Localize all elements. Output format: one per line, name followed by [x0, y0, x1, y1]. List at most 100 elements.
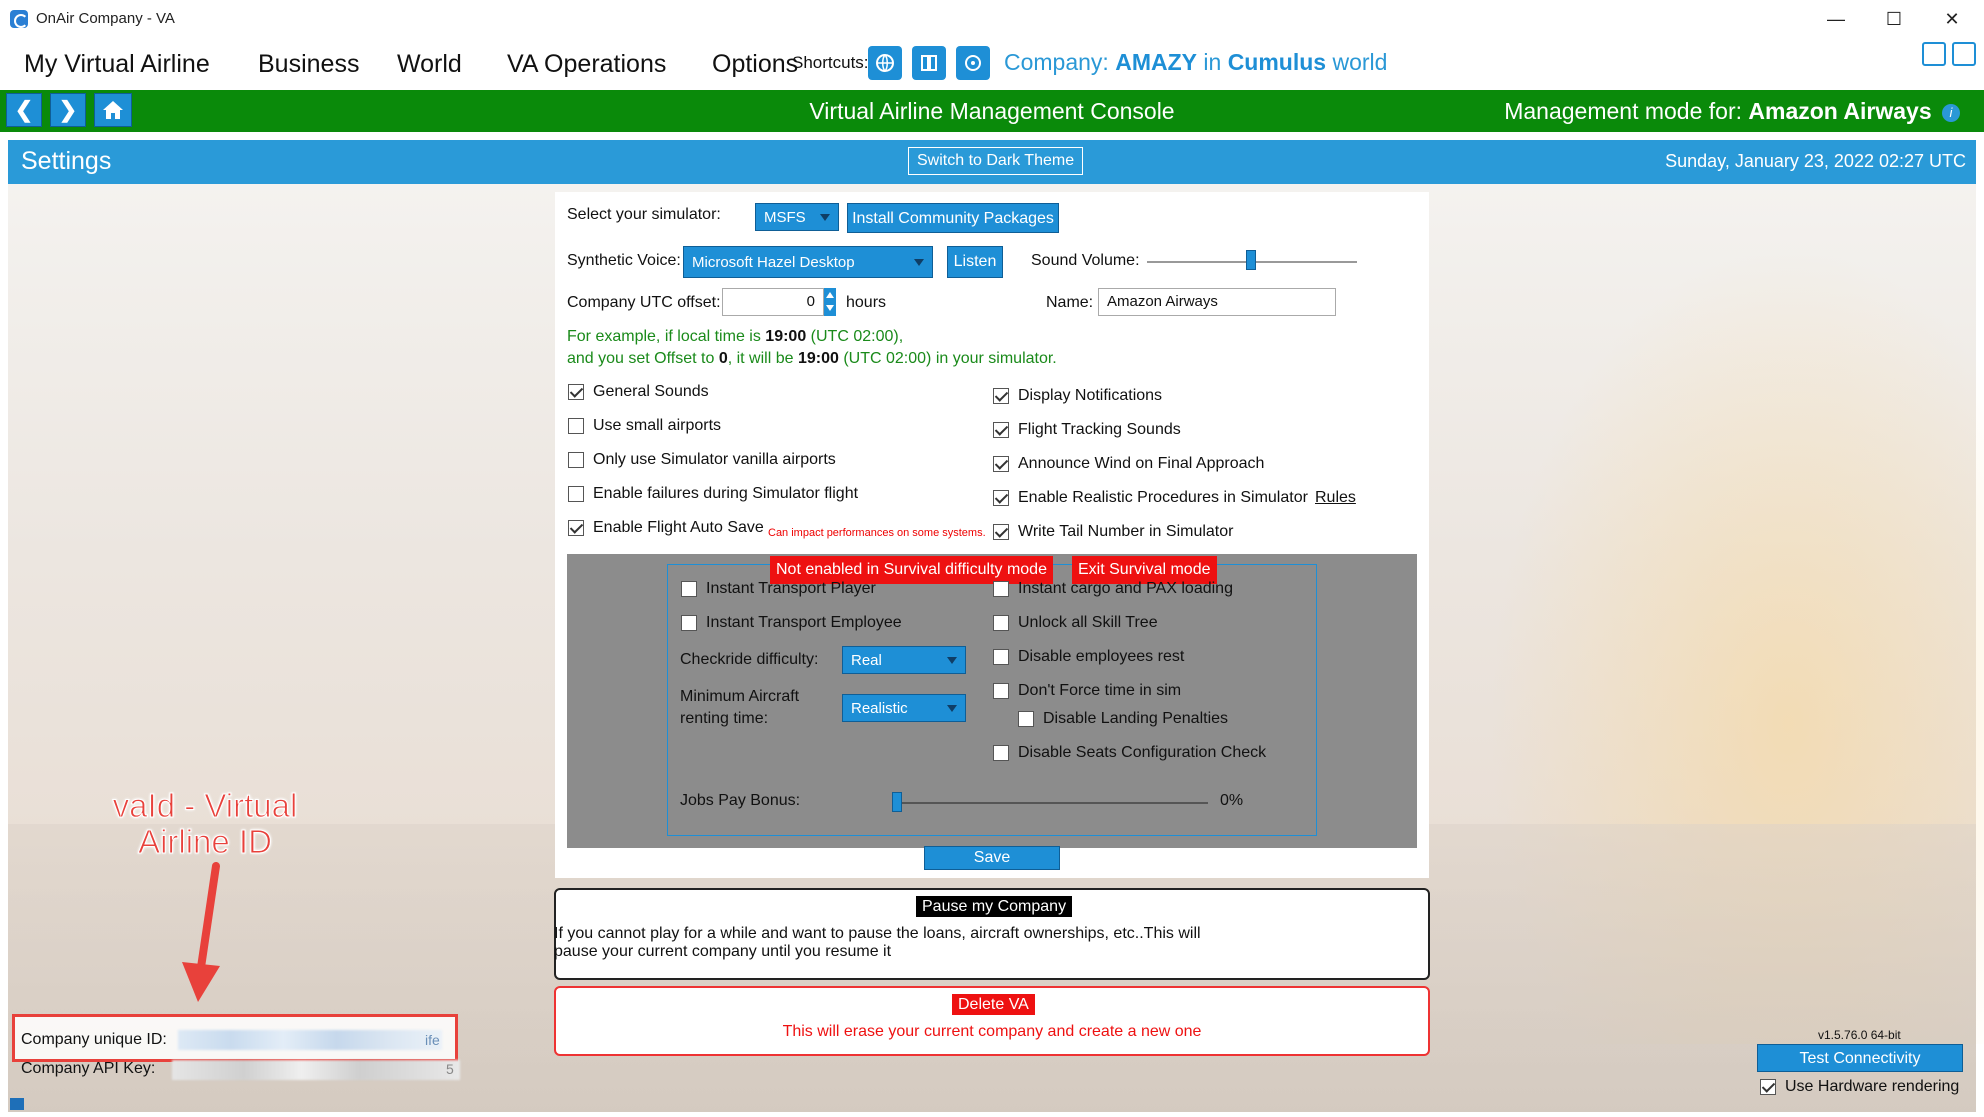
api-key-tail: 5 — [446, 1061, 454, 1077]
save-button[interactable]: Save — [924, 846, 1060, 870]
minimize-button[interactable]: — — [1808, 0, 1864, 38]
api-key-value-redacted[interactable] — [172, 1060, 460, 1080]
checkbox-label: Only use Simulator vanilla airports — [593, 451, 836, 468]
hours-label: hours — [846, 294, 887, 311]
jobs-pay-label: Jobs Pay Bonus: — [680, 792, 801, 809]
checkbox-vanilla-airports[interactable]: Only use Simulator vanilla airports — [568, 451, 836, 469]
rules-link[interactable]: Rules — [1315, 489, 1356, 507]
checkbox-box[interactable] — [993, 683, 1009, 699]
checkbox-unlock-skill-tree[interactable]: Unlock all Skill Tree — [993, 614, 1158, 632]
menu-va-operations[interactable]: VA Operations — [507, 50, 666, 79]
checkbox-box[interactable] — [1760, 1079, 1776, 1095]
checkbox-box[interactable] — [568, 452, 584, 468]
menu-options[interactable]: Options — [712, 50, 798, 79]
stepper-down-icon[interactable] — [826, 305, 834, 311]
voice-select[interactable]: Microsoft Hazel Desktop — [683, 246, 933, 278]
window-layout-alt-icon[interactable] — [1952, 42, 1976, 66]
checkbox-label: Instant cargo and PAX loading — [1018, 580, 1233, 597]
pause-description: If you cannot play for a while and want … — [554, 925, 1430, 961]
checkbox-box[interactable] — [993, 581, 1009, 597]
checkbox-box[interactable] — [568, 486, 584, 502]
utc-offset-stepper[interactable] — [824, 288, 836, 316]
info-icon[interactable]: i — [1942, 103, 1960, 122]
checkbox-instant-transport-player[interactable]: Instant Transport Player — [681, 580, 876, 598]
example-time: 19:00 — [797, 350, 839, 367]
checkbox-box[interactable] — [568, 384, 584, 400]
menu-business[interactable]: Business — [258, 50, 359, 79]
management-prefix: Management mode for: — [1504, 98, 1743, 124]
company-name-input[interactable]: Amazon Airways — [1098, 288, 1336, 316]
checkbox-flight-auto-save[interactable]: Enable Flight Auto Save — [568, 519, 764, 537]
install-packages-button[interactable]: Install Community Packages — [847, 203, 1059, 233]
checkbox-general-sounds[interactable]: General Sounds — [568, 383, 709, 401]
checkbox-label: Use Hardware rendering — [1785, 1078, 1960, 1095]
jobs-pay-thumb[interactable] — [892, 792, 902, 812]
checkbox-realistic-procedures[interactable]: Enable Realistic Procedures in Simulator — [993, 489, 1308, 507]
company-id-tail: ife — [425, 1032, 440, 1048]
checkbox-label: Disable Seats Configuration Check — [1018, 744, 1267, 761]
close-button[interactable]: ✕ — [1924, 0, 1980, 38]
checkbox-display-notifications[interactable]: Display Notifications — [993, 387, 1162, 405]
checkbox-hardware-rendering[interactable]: Use Hardware rendering — [1760, 1078, 1959, 1096]
checkbox-label: Use small airports — [593, 417, 722, 434]
simulator-label: Select your simulator: — [567, 206, 721, 223]
checkbox-label: Disable Landing Penalties — [1043, 710, 1229, 727]
checkride-select[interactable]: Real — [842, 646, 966, 674]
stepper-up-icon[interactable] — [826, 292, 834, 298]
checkbox-disable-seats-check[interactable]: Disable Seats Configuration Check — [993, 744, 1266, 762]
checkbox-box[interactable] — [993, 490, 1009, 506]
sound-volume-thumb[interactable] — [1246, 250, 1256, 270]
checkbox-box[interactable] — [993, 456, 1009, 472]
window-layout-icon[interactable] — [1922, 42, 1946, 66]
map-book-icon[interactable] — [912, 46, 946, 80]
delete-button-wrap: Delete VA — [952, 994, 1035, 1015]
checkbox-box[interactable] — [681, 581, 697, 597]
checkbox-announce-wind[interactable]: Announce Wind on Final Approach — [993, 455, 1264, 473]
checkbox-box[interactable] — [993, 388, 1009, 404]
example-text: For example, if local time is — [567, 328, 761, 345]
checkbox-box[interactable] — [681, 615, 697, 631]
maximize-button[interactable]: ☐ — [1866, 0, 1922, 38]
pause-company-button[interactable]: Pause my Company — [916, 896, 1073, 917]
jobs-pay-track[interactable] — [894, 802, 1208, 804]
resize-grip-icon[interactable] — [10, 1098, 24, 1110]
world-name: Cumulus — [1227, 49, 1327, 75]
checkbox-box[interactable] — [993, 422, 1009, 438]
checkbox-dont-force-time[interactable]: Don't Force time in sim — [993, 682, 1181, 700]
min-renting-select[interactable]: Realistic — [842, 694, 966, 722]
listen-button[interactable]: Listen — [947, 246, 1003, 278]
checkride-value: Real — [851, 652, 882, 669]
checkbox-disable-landing-penalties[interactable]: Disable Landing Penalties — [1018, 710, 1228, 728]
company-id-value-redacted[interactable] — [178, 1030, 442, 1050]
checkbox-box[interactable] — [1018, 711, 1034, 727]
page-title: Settings — [21, 147, 112, 175]
checkbox-instant-transport-employee[interactable]: Instant Transport Employee — [681, 614, 902, 632]
company-prefix: Company: — [1004, 49, 1109, 75]
checkbox-label: Unlock all Skill Tree — [1018, 614, 1158, 631]
company-name: AMAZY — [1115, 49, 1197, 75]
voice-label: Synthetic Voice: — [567, 252, 681, 269]
checkbox-box[interactable] — [993, 524, 1009, 540]
checkbox-enable-failures[interactable]: Enable failures during Simulator flight — [568, 485, 858, 503]
chevron-down-icon — [820, 214, 830, 221]
utc-offset-input[interactable]: 0 — [722, 288, 824, 316]
test-connectivity-button[interactable]: Test Connectivity — [1757, 1044, 1963, 1072]
checkbox-flight-tracking-sounds[interactable]: Flight Tracking Sounds — [993, 421, 1181, 439]
checkbox-box[interactable] — [568, 418, 584, 434]
checkbox-disable-employees-rest[interactable]: Disable employees rest — [993, 648, 1184, 666]
checkbox-box[interactable] — [993, 649, 1009, 665]
refresh-badge-icon[interactable] — [956, 46, 990, 80]
menu-world[interactable]: World — [397, 50, 462, 79]
delete-va-button[interactable]: Delete VA — [952, 994, 1035, 1015]
menu-my-virtual-airline[interactable]: My Virtual Airline — [24, 50, 210, 79]
checkbox-box[interactable] — [993, 615, 1009, 631]
checkbox-small-airports[interactable]: Use small airports — [568, 417, 721, 435]
checkbox-box[interactable] — [568, 520, 584, 536]
simulator-select[interactable]: MSFS — [755, 203, 839, 231]
globe-icon[interactable] — [868, 46, 902, 80]
management-mode: Management mode for: Amazon Airways i — [1504, 98, 1960, 125]
checkbox-write-tail-number[interactable]: Write Tail Number in Simulator — [993, 523, 1233, 541]
checkbox-instant-cargo-pax[interactable]: Instant cargo and PAX loading — [993, 580, 1233, 598]
checkbox-box[interactable] — [993, 745, 1009, 761]
dark-theme-button[interactable]: Switch to Dark Theme — [908, 147, 1084, 175]
